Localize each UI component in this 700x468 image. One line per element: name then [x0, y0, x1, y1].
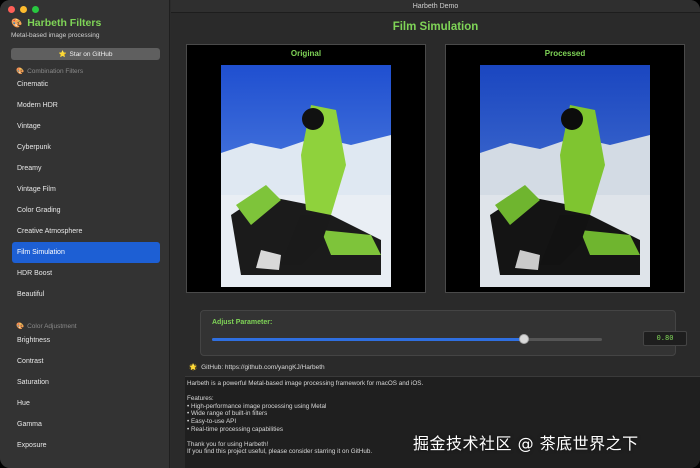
sidebar-item-modern-hdr[interactable]: Modern HDR: [12, 95, 160, 116]
description-text-area[interactable]: Harbeth is a powerful Metal-based image …: [185, 376, 700, 468]
window-controls: [8, 6, 39, 13]
processed-image: [480, 65, 650, 287]
sidebar-item-color-grading[interactable]: Color Grading: [12, 200, 160, 221]
star-icon: ⭐: [58, 51, 67, 58]
combination-filter-list: Cinematic Modern HDR Vintage Cyberpunk Dream…: [12, 74, 160, 305]
original-image: [221, 65, 391, 287]
app-subtitle: Metal-based image processing: [11, 32, 100, 39]
palette-icon: 🎨: [11, 17, 23, 28]
main-content: Harbeth Demo Film Simulation Original Pr…: [171, 0, 700, 468]
zoom-window-button[interactable]: [32, 6, 39, 13]
section-header-color-adjustment: 🎨 Color Adjustment: [16, 322, 77, 331]
color-adjustment-list: Brightness Contrast Saturation Hue Gamma Expo…: [12, 330, 160, 456]
sidebar-item-contrast[interactable]: Contrast: [12, 351, 160, 372]
close-window-button[interactable]: [8, 6, 15, 13]
watermark: 掘金技术社区 @ 茶底世界之下: [413, 434, 639, 453]
github-link-text: GitHub: https://github.com/yangKJ/Harbet…: [201, 363, 325, 371]
sidebar-item-hdr-boost[interactable]: HDR Boost: [12, 263, 160, 284]
section-title: Color Adjustment: [27, 322, 77, 330]
parameter-slider[interactable]: [212, 334, 602, 344]
sidebar-item-cinematic[interactable]: Cinematic: [12, 74, 160, 95]
sidebar: 🎨 Harbeth Filters Metal-based image proc…: [0, 0, 170, 468]
star-button-label: Star on GitHub: [69, 50, 113, 58]
sidebar-item-exposure[interactable]: Exposure: [12, 435, 160, 456]
slider-fill: [212, 338, 524, 341]
app-title: 🎨 Harbeth Filters: [11, 17, 101, 29]
sidebar-item-gamma[interactable]: Gamma: [12, 414, 160, 435]
page-title: Film Simulation: [392, 21, 479, 33]
app-window: 🎨 Harbeth Filters Metal-based image proc…: [0, 0, 700, 468]
original-pane: Original: [186, 44, 426, 293]
sidebar-item-film-simulation[interactable]: Film Simulation: [12, 242, 160, 263]
parameter-panel: Adjust Parameter: 0.80: [200, 310, 687, 356]
minimize-window-button[interactable]: [20, 6, 27, 13]
sidebar-item-vintage-film[interactable]: Vintage Film: [12, 179, 160, 200]
snowmobile-photo-processed: [480, 65, 650, 287]
sidebar-item-hue[interactable]: Hue: [12, 393, 160, 414]
parameter-value-field[interactable]: 0.80: [643, 331, 687, 346]
parameter-label: Adjust Parameter:: [212, 319, 273, 326]
app-title-text: Harbeth Filters: [27, 17, 102, 29]
processed-label: Processed: [544, 49, 586, 58]
sidebar-item-cyberpunk[interactable]: Cyberpunk: [12, 137, 160, 158]
slider-knob[interactable]: [519, 334, 529, 344]
sidebar-item-creative-atmosphere[interactable]: Creative Atmosphere: [12, 221, 160, 242]
sun-icon: 🌟: [189, 364, 198, 371]
github-link[interactable]: 🌟 GitHub: https://github.com/yangKJ/Harb…: [189, 363, 325, 372]
sidebar-item-saturation[interactable]: Saturation: [12, 372, 160, 393]
snowmobile-photo: [221, 65, 391, 287]
window-title: Harbeth Demo: [171, 0, 700, 13]
sidebar-item-dreamy[interactable]: Dreamy: [12, 158, 160, 179]
sidebar-item-vintage[interactable]: Vintage: [12, 116, 160, 137]
processed-pane: Processed: [445, 44, 685, 293]
palette-icon: 🎨: [16, 323, 25, 330]
original-label: Original: [290, 49, 322, 58]
sidebar-item-brightness[interactable]: Brightness: [12, 330, 160, 351]
star-on-github-button[interactable]: ⭐ Star on GitHub: [11, 48, 160, 60]
sidebar-item-beautiful[interactable]: Beautiful: [12, 284, 160, 305]
